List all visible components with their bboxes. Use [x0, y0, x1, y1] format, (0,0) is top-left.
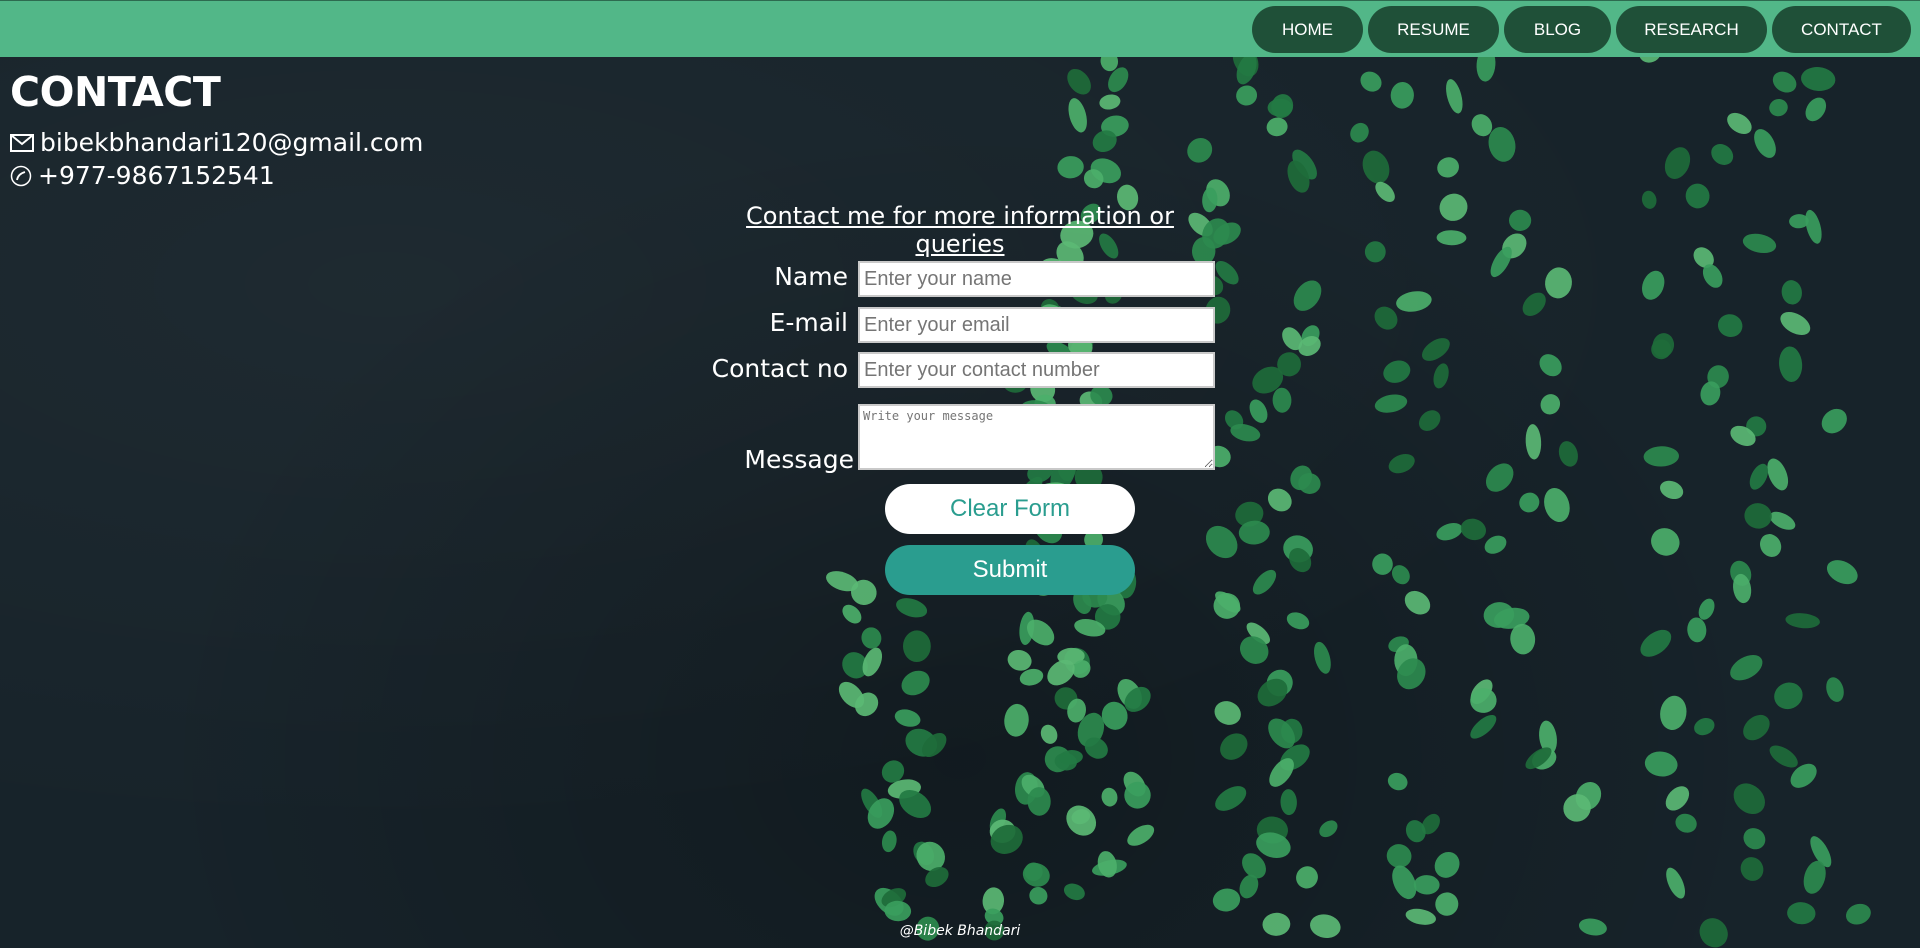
contact-label: Contact no [711, 354, 848, 383]
navbar: HOME RESUME BLOG RESEARCH CONTACT [0, 0, 1920, 57]
nav-home[interactable]: HOME [1252, 6, 1363, 53]
name-input[interactable] [858, 261, 1215, 297]
contact-input[interactable] [858, 352, 1215, 388]
name-label: Name [774, 262, 848, 291]
email-input[interactable] [858, 307, 1215, 343]
clear-form-button[interactable]: Clear Form [885, 484, 1135, 534]
phone-text: +977-9867152541 [38, 161, 275, 190]
nav-list: HOME RESUME BLOG RESEARCH CONTACT [1252, 6, 1911, 53]
message-label: Message [744, 445, 854, 474]
email-label: E-mail [769, 308, 848, 337]
footer-credit: @Bibek Bhandari [899, 923, 1021, 939]
nav-blog[interactable]: BLOG [1504, 6, 1611, 53]
message-textarea[interactable] [858, 404, 1215, 470]
envelope-icon [10, 133, 34, 152]
form-heading: Contact me for more information or queri… [746, 202, 1174, 258]
email-info: bibekbhandari120@gmail.com [10, 128, 423, 157]
email-text: bibekbhandari120@gmail.com [40, 128, 424, 157]
nav-resume[interactable]: RESUME [1368, 6, 1499, 53]
submit-button[interactable]: Submit [885, 545, 1135, 595]
main-content: CONTACT bibekbhandari120@gmail.com +977-… [0, 0, 1920, 948]
page-title: CONTACT [10, 68, 221, 116]
nav-research[interactable]: RESEARCH [1616, 6, 1767, 53]
phone-icon [10, 165, 32, 187]
phone-info: +977-9867152541 [10, 161, 275, 190]
nav-contact[interactable]: CONTACT [1772, 6, 1911, 53]
